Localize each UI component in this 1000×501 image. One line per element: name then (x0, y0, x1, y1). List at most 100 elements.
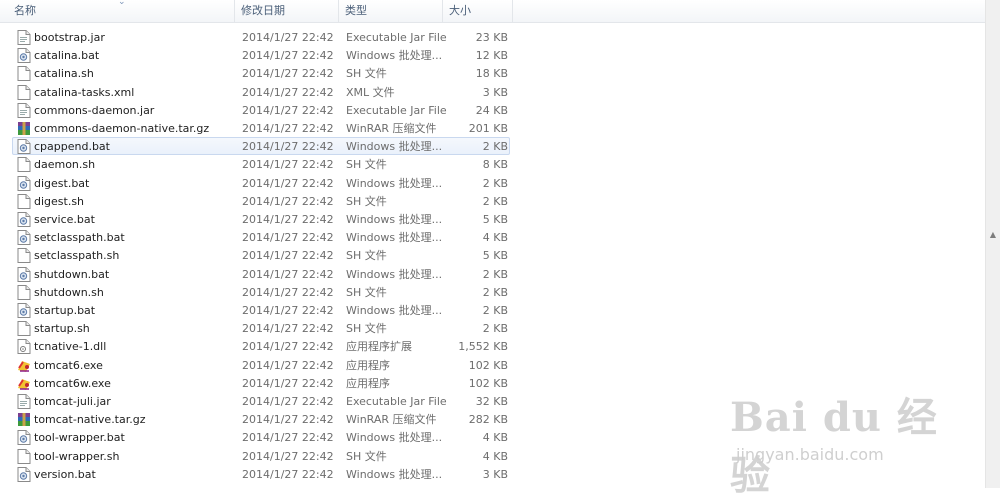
file-name: setclasspath.bat (34, 231, 125, 245)
file-row[interactable]: setclasspath.bat 2014/1/27 22:42 Windows 批… (12, 228, 510, 246)
batch-file-icon (17, 230, 31, 246)
blank-file-icon (17, 157, 31, 173)
column-header-type[interactable]: 类型 (339, 0, 443, 22)
file-size: 2 KB (482, 176, 508, 190)
file-modified-date: 2014/1/27 22:42 (242, 376, 334, 390)
file-row[interactable]: shutdown.bat 2014/1/27 22:42 Windows 批处理..… (12, 265, 510, 283)
file-size: 4 KB (482, 231, 508, 245)
file-type: Executable Jar File (346, 395, 447, 408)
file-row[interactable]: commons-daemon.jar 2014/1/27 22:42 Executa… (12, 101, 510, 119)
column-header-name[interactable]: 名称 (8, 0, 235, 22)
dll-file-icon (17, 339, 31, 355)
file-modified-date: 2014/1/27 22:42 (242, 395, 334, 408)
file-row[interactable]: startup.sh 2014/1/27 22:42 SH 文件 2 KB (12, 319, 510, 337)
file-size: 102 KB (468, 358, 508, 372)
file-type: Windows 批处理... (346, 231, 443, 245)
file-name: startup.bat (34, 304, 96, 317)
file-type: 应用程序扩展 (346, 340, 412, 354)
watermark-brand: Bai du 经验 (730, 394, 938, 499)
batch-file-icon (17, 266, 31, 282)
file-row[interactable]: catalina.bat 2014/1/27 22:42 Windows 批处理..… (12, 46, 510, 64)
file-name: catalina.sh (34, 67, 94, 81)
file-row[interactable]: catalina-tasks.xml 2014/1/27 22:42 XML 文件 3… (12, 83, 510, 101)
column-header-date[interactable]: 修改日期 (235, 0, 339, 22)
file-row[interactable]: commons-daemon-native.tar.gz 2014/1/27 22… (12, 119, 510, 137)
file-row[interactable]: version.bat 2014/1/27 22:42 Windows 批处理...… (12, 465, 510, 483)
column-header-size[interactable]: 大小 (443, 0, 513, 22)
file-row[interactable]: shutdown.sh 2014/1/27 22:42 SH 文件 2 KB (12, 283, 510, 301)
jar-file-icon (17, 102, 31, 118)
blank-file-icon (17, 248, 31, 264)
file-size: 3 KB (482, 85, 508, 99)
batch-file-icon (17, 212, 31, 227)
file-name: tcnative-1.dll (34, 340, 107, 354)
file-type: SH 文件 (346, 249, 387, 263)
file-modified-date: 2014/1/27 22:42 (242, 285, 334, 299)
file-row[interactable]: tomcat-juli.jar 2014/1/27 22:42 Executable… (12, 392, 510, 410)
file-type: SH 文件 (346, 449, 387, 463)
file-name: catalina.bat (34, 49, 100, 63)
file-row[interactable]: bootstrap.jar 2014/1/27 22:42 Executable J… (12, 28, 510, 46)
file-type: Windows 批处理... (346, 267, 443, 281)
file-type: SH 文件 (346, 285, 387, 299)
file-modified-date: 2014/1/27 22:42 (242, 231, 334, 245)
batch-file-icon (17, 430, 31, 446)
file-name: shutdown.bat (34, 267, 110, 281)
jar-file-icon (17, 30, 31, 45)
watermark-url: jingyan.baidu.com (736, 445, 884, 464)
file-type: Windows 批处理... (346, 49, 443, 63)
file-row[interactable]: tomcat6w.exe 2014/1/27 22:42 应用程序 102 KB (12, 374, 510, 392)
file-size: 3 KB (482, 467, 508, 481)
file-name: service.bat (34, 213, 95, 226)
file-size: 4 KB (482, 449, 508, 463)
file-row[interactable]: startup.bat 2014/1/27 22:42 Windows 批处理...… (12, 301, 510, 319)
file-name: digest.sh (34, 194, 85, 208)
file-size: 2 KB (482, 285, 508, 299)
blank-file-icon (17, 84, 31, 100)
file-type: WinRAR 压缩文件 (346, 122, 437, 135)
file-modified-date: 2014/1/27 22:42 (242, 122, 334, 135)
file-type: SH 文件 (346, 158, 387, 172)
file-name: bootstrap.jar (34, 31, 105, 44)
file-row[interactable]: setclasspath.sh 2014/1/27 22:42 SH 文件 5 KB (12, 246, 510, 264)
file-row[interactable]: tool-wrapper.sh 2014/1/27 22:42 SH 文件 4 KB (12, 447, 510, 465)
file-name: catalina-tasks.xml (34, 85, 135, 99)
blank-file-icon (17, 193, 31, 209)
file-row[interactable]: tcnative-1.dll 2014/1/27 22:42 应用程序扩展 1,552… (12, 337, 510, 355)
file-row[interactable]: tomcat6.exe 2014/1/27 22:42 应用程序 102 KB (12, 356, 510, 374)
file-modified-date: 2014/1/27 22:42 (242, 358, 334, 372)
file-size: 5 KB (482, 213, 508, 226)
file-type: XML 文件 (346, 85, 395, 99)
batch-file-icon (17, 303, 31, 318)
file-row[interactable]: service.bat 2014/1/27 22:42 Windows 批处理...… (12, 210, 510, 228)
file-modified-date: 2014/1/27 22:42 (242, 67, 334, 81)
file-size: 282 KB (468, 413, 508, 427)
file-row[interactable]: tool-wrapper.bat 2014/1/27 22:42 Windows 批… (12, 428, 510, 446)
batch-file-icon (17, 466, 31, 482)
file-size: 102 KB (468, 376, 508, 390)
file-modified-date: 2014/1/27 22:42 (242, 304, 334, 317)
file-type: SH 文件 (346, 67, 387, 81)
file-row[interactable]: catalina.sh 2014/1/27 22:42 SH 文件 18 KB (12, 64, 510, 82)
batch-file-icon (17, 139, 31, 155)
file-modified-date: 2014/1/27 22:42 (242, 449, 334, 463)
scroll-arrow-icon[interactable]: ▲ (988, 230, 998, 240)
file-size: 1,552 KB (458, 340, 508, 354)
file-row[interactable]: digest.sh 2014/1/27 22:42 SH 文件 2 KB (12, 192, 510, 210)
file-name: digest.bat (34, 176, 90, 190)
file-row[interactable]: daemon.sh 2014/1/27 22:42 SH 文件 8 KB (12, 155, 510, 173)
file-type: Windows 批处理... (346, 140, 443, 154)
vertical-scrollbar[interactable]: ▲ (985, 0, 1000, 488)
file-name: tomcat-native.tar.gz (34, 413, 146, 427)
file-size: 12 KB (475, 49, 508, 63)
tomcat-exe-icon (17, 358, 31, 373)
file-modified-date: 2014/1/27 22:42 (242, 467, 334, 481)
file-modified-date: 2014/1/27 22:42 (242, 431, 334, 445)
file-type: Windows 批处理... (346, 304, 443, 317)
file-size: 5 KB (482, 249, 508, 263)
file-row[interactable]: cpappend.bat 2014/1/27 22:42 Windows 批处理..… (12, 137, 510, 156)
file-size: 8 KB (482, 158, 508, 172)
file-modified-date: 2014/1/27 22:42 (242, 413, 334, 427)
file-row[interactable]: digest.bat 2014/1/27 22:42 Windows 批处理... 2… (12, 174, 510, 192)
file-row[interactable]: tomcat-native.tar.gz 2014/1/27 22:42 WinRA… (12, 410, 510, 428)
